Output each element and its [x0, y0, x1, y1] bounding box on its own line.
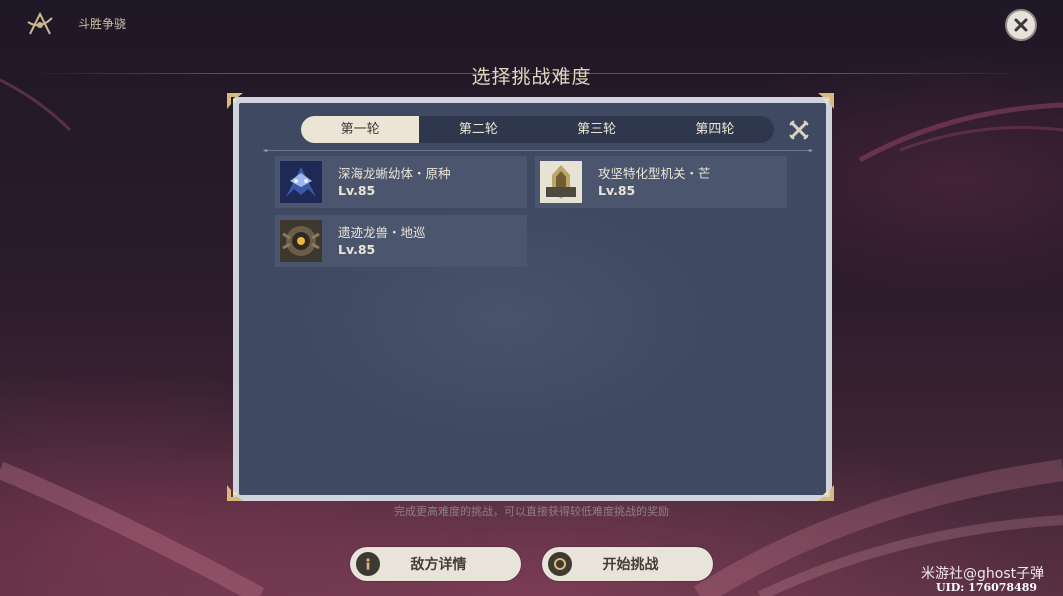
screen-title-text: 选择挑战难度 — [471, 66, 592, 88]
tab-round-1[interactable]: 第一轮 — [301, 116, 420, 143]
crossed-swords-icon — [789, 120, 809, 140]
enemy-level: Lv.85 — [598, 183, 636, 198]
enemy-details-button[interactable]: 敌方详情 — [350, 547, 521, 581]
start-challenge-button[interactable]: 开始挑战 — [542, 547, 713, 581]
enemy-card[interactable]: 深海龙蜥幼体・原种 Lv.85 — [275, 156, 527, 208]
close-icon — [1014, 18, 1028, 32]
corner-ornament-icon — [227, 485, 243, 501]
enemy-name: 深海龙蜥幼体・原种 — [338, 166, 451, 181]
round-tabs: 第一轮 第二轮 第三轮 第四轮 — [301, 116, 774, 143]
ruin-drake-portrait-icon — [280, 220, 322, 262]
close-button[interactable] — [1005, 9, 1037, 41]
corner-ornament-icon — [818, 485, 834, 501]
mode-title: 斗胜争骁 — [78, 17, 127, 31]
difficulty-panel: 第一轮 第二轮 第三轮 第四轮 深海龙蜥幼体・原种 Lv.85 攻坚特化型机关・… — [233, 97, 832, 501]
construct-portrait-icon — [540, 161, 582, 203]
enemy-card[interactable]: 攻坚特化型机关・芒 Lv.85 — [535, 156, 787, 208]
corner-ornament-icon — [227, 93, 243, 109]
enemy-card[interactable]: 遗迹龙兽・地巡 Lv.85 — [275, 215, 527, 267]
enemy-name: 攻坚特化型机关・芒 — [598, 166, 711, 181]
event-logo-icon — [24, 8, 56, 40]
dragonspawn-portrait-icon — [280, 161, 322, 203]
enemy-level: Lv.85 — [338, 183, 376, 198]
info-icon — [356, 552, 380, 576]
tab-round-2[interactable]: 第二轮 — [419, 116, 537, 143]
enemy-name: 遗迹龙兽・地巡 — [338, 225, 426, 240]
enemy-level: Lv.85 — [338, 242, 376, 257]
panel-content: 第一轮 第二轮 第三轮 第四轮 深海龙蜥幼体・原种 Lv.85 攻坚特化型机关・… — [239, 103, 826, 495]
tab-close-button[interactable] — [788, 119, 810, 141]
watermark-text: 米游社@ghost子弹 — [921, 566, 1045, 582]
start-challenge-label: 开始挑战 — [602, 557, 659, 573]
enemy-details-label: 敌方详情 — [410, 557, 467, 573]
confirm-circle-icon — [548, 552, 572, 576]
corner-ornament-icon — [818, 93, 834, 109]
reward-hint: 完成更高难度的挑战，可以直接获得较低难度挑战的奖励 — [394, 505, 669, 518]
tab-divider — [263, 149, 813, 152]
tab-round-4[interactable]: 第四轮 — [656, 116, 774, 143]
uid-text: UID: 176078489 — [936, 581, 1038, 594]
tab-round-3[interactable]: 第三轮 — [538, 116, 656, 143]
screen-title: 选择挑战难度 — [0, 62, 1063, 89]
